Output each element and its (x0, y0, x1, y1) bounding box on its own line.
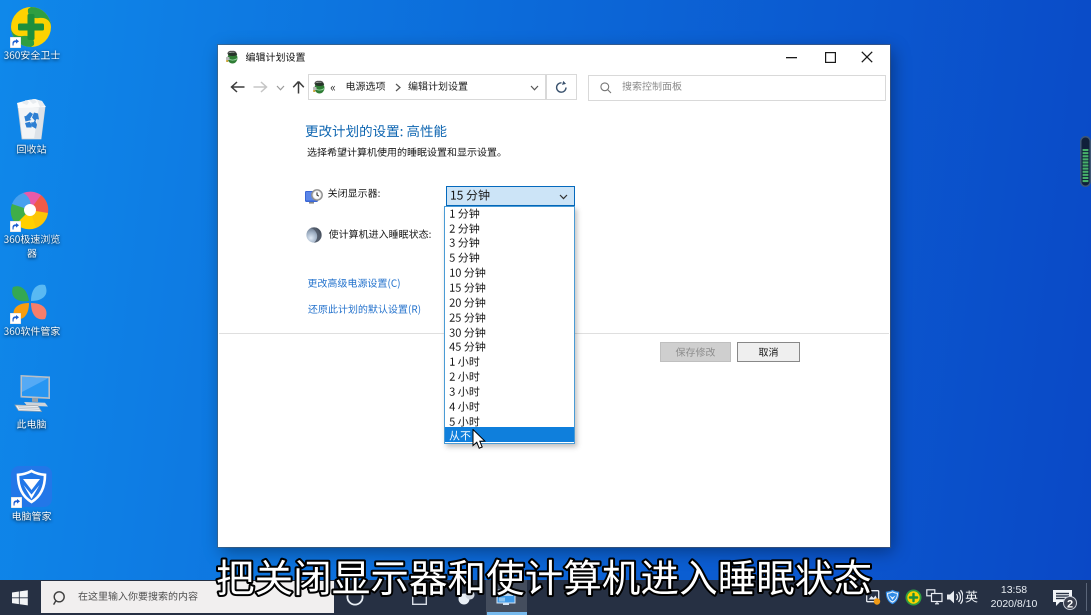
svg-text:2: 2 (1067, 598, 1073, 610)
